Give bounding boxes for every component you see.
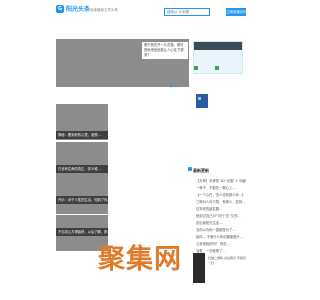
carousel-dots[interactable]: ● ○ ○: [170, 84, 180, 88]
site-logo-icon[interactable]: G: [56, 5, 64, 13]
sidebar-item[interactable]: 给你... 不管什么年纪都能做什...: [196, 234, 246, 239]
sidebar-item[interactable]: 一辈子，不能在一颗心上...: [196, 185, 246, 190]
feed-caption-2[interactable]: 它也有生命的真正，情义难...: [56, 165, 108, 173]
search-button[interactable]: 立即阅读访问: [226, 8, 247, 16]
sidebar-item[interactable]: 上帝是我的吗？ 现在...: [196, 241, 246, 246]
ad-banner-header: [194, 42, 242, 50]
building-window: [198, 97, 201, 100]
sidebar-item[interactable]: 就到过自己对“可行“去”又的...: [196, 213, 246, 218]
sidebar-item[interactable]: 走出我阳光生活 ...: [196, 220, 246, 225]
qr-caption: 扫描二维码 关注我们 手机扫一扫: [208, 256, 246, 265]
sidebar-item[interactable]: 过年你的朋友圈...: [196, 206, 246, 211]
site-logo-text[interactable]: 阳光头条: [66, 4, 90, 13]
sidebar-item[interactable]: 【一个心在，怎么也有那么你...】: [196, 192, 246, 197]
feed-caption-1[interactable]: 揭秘：看到你的心里，谁想...: [56, 131, 108, 139]
feed-caption-3[interactable]: 开示：对于人性的生活，知到了你...: [56, 196, 108, 204]
sidebar-item[interactable]: 三种对人对万物，有那么，如何...: [196, 199, 246, 204]
qr-code-icon: [193, 253, 205, 283]
sidebar-item[interactable]: 当你以为你一直都是为了...: [196, 227, 246, 232]
list-icon: [188, 167, 192, 171]
sidebar-title: 最新更新: [193, 168, 209, 173]
hero-caption[interactable]: 看不到花开一片花落，那可是秋来处处能让人心往下想到？: [142, 42, 188, 59]
ad-green-icon: [215, 66, 219, 70]
ad-green-icon: [194, 66, 198, 70]
feed-caption-4[interactable]: 不忘初心方得始终，以后了解，阳...: [56, 228, 108, 236]
search-input[interactable]: [164, 8, 210, 16]
footer-brand-logo: 聚集网: [98, 244, 182, 275]
sidebar-item[interactable]: 【天秤】天秤的 3D ‘幻想’ 4 中级别工...: [196, 178, 246, 183]
site-tagline: 阅读最新文章头条: [90, 8, 118, 12]
